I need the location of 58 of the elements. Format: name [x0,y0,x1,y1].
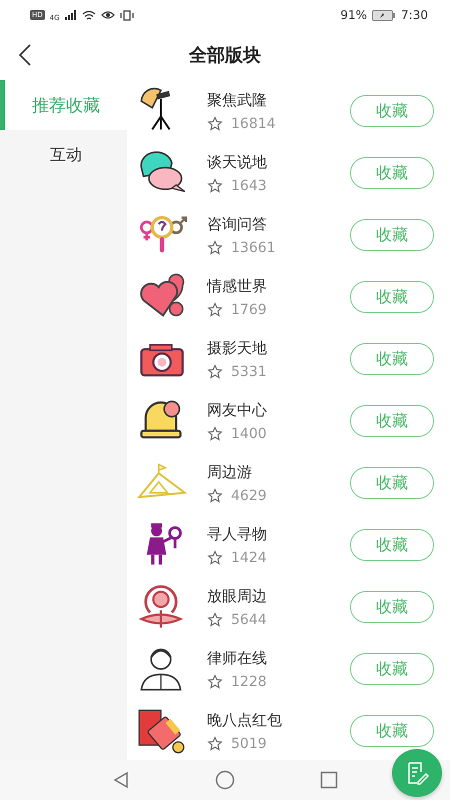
board-name: 律师在线 [207,648,268,668]
favorite-count: 1400 [231,426,267,442]
star-icon [207,736,223,752]
favorite-button[interactable]: 收藏 [350,529,434,561]
recents-nav-icon[interactable] [320,771,338,789]
star-icon [207,116,223,132]
favorite-count: 5331 [231,364,267,380]
favorite-button[interactable]: 收藏 [350,343,434,375]
back-nav-icon[interactable] [112,771,130,789]
star-icon [207,240,223,256]
favorite-button[interactable]: 收藏 [350,219,434,251]
favorite-button[interactable]: 收藏 [350,591,434,623]
board-name: 咨询问答 [207,214,268,234]
board-name: 聚焦武隆 [207,90,268,110]
star-icon [207,364,223,380]
clock: 7:30 [401,8,428,22]
board-name: 放眼周边 [207,586,268,606]
favorite-button[interactable]: 收藏 [350,653,434,685]
page-title: 全部版块 [189,44,261,67]
board-name: 周边游 [207,462,253,482]
board-name: 寻人寻物 [207,524,268,544]
sidebar-item[interactable]: 互动 [0,130,127,180]
board-name: 情感世界 [207,276,268,296]
favorite-button[interactable]: 收藏 [350,281,434,313]
wifi-icon [82,10,96,20]
favorite-button[interactable]: 收藏 [350,405,434,437]
board-name: 摄影天地 [207,338,268,358]
star-icon [207,674,223,690]
star-icon [207,612,223,628]
favorite-count: 4629 [231,488,267,504]
vibrate-icon [120,10,134,20]
favorite-count: 1643 [231,178,267,194]
home-nav-icon[interactable] [214,770,235,790]
favorite-count: 5644 [231,612,267,628]
favorite-button[interactable]: 收藏 [350,157,434,189]
back-icon[interactable] [18,44,32,66]
favorite-count: 5019 [231,736,267,752]
favorite-button[interactable]: 收藏 [350,95,434,127]
star-icon [207,178,223,194]
battery-icon [372,10,396,20]
sidebar-item[interactable]: 推荐收藏 [0,80,127,130]
favorite-count: 1228 [231,674,267,690]
board-name: 网友中心 [207,400,268,420]
eye-icon [100,10,115,20]
favorite-button[interactable]: 收藏 [350,467,434,499]
star-icon [207,302,223,318]
board-name: 谈天说地 [207,152,268,172]
favorite-count: 1769 [231,302,267,318]
star-icon [207,488,223,504]
battery-percent: 91% [340,8,368,22]
favorite-button[interactable]: 收藏 [350,715,434,747]
favorite-count: 16814 [231,116,276,132]
favorite-count: 1424 [231,550,267,566]
star-icon [207,426,223,442]
signal-icon [64,10,77,20]
board-name: 晚八点红包 [207,710,283,730]
star-icon [207,550,223,566]
favorite-count: 13661 [231,240,276,256]
